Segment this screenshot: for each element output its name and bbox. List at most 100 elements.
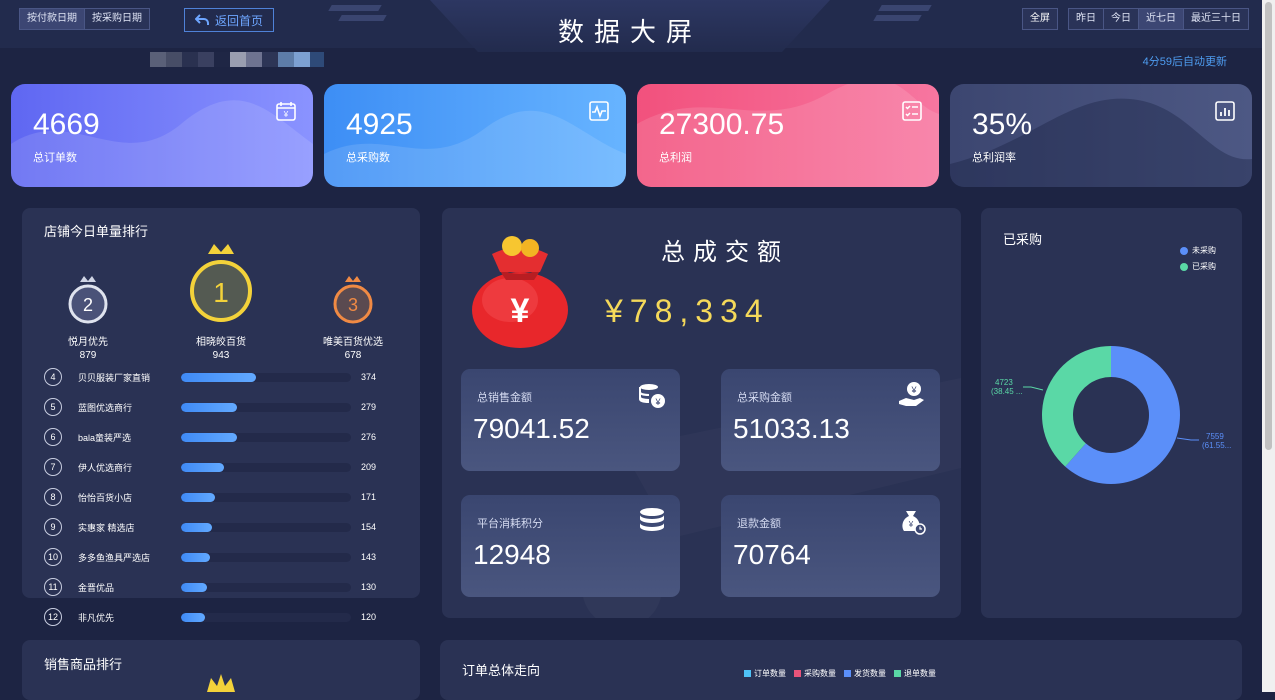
tab-pay-date[interactable]: 按付款日期	[20, 9, 85, 29]
rank-bar-fill	[181, 612, 205, 622]
podium-value: 678	[344, 350, 362, 361]
podium-second: 2 悦月优先 879	[48, 272, 128, 361]
legend-dot	[1180, 246, 1188, 255]
date-mode-toggle[interactable]: 按付款日期 按采购日期	[19, 8, 150, 30]
rank-bar-track	[181, 402, 351, 412]
purchase-legend: 未采购 已采购	[1180, 245, 1216, 272]
purchase-donut-chart[interactable]	[981, 330, 1242, 500]
shop-ranking-title: 店铺今日单量排行	[44, 224, 149, 239]
stat-value: 35%	[972, 108, 1033, 141]
range-tabs[interactable]: 昨日 今日 近七日 最近三十日	[1068, 8, 1249, 30]
stat-label: 总采购数	[346, 152, 390, 164]
rank-bar-fill	[181, 372, 256, 382]
card-value: 12948	[473, 539, 551, 570]
card-label: 总销售金额	[477, 392, 532, 404]
podium-third: 3 唯美百货优选 678	[313, 272, 393, 361]
legend-label: 采购数量	[804, 669, 836, 678]
podium-rank: 2	[83, 295, 93, 315]
money-bag-clock-icon: ¥	[902, 511, 926, 535]
database-icon	[640, 508, 664, 531]
page-scrollbar[interactable]	[1262, 0, 1275, 692]
stat-label: 总利润率	[972, 152, 1016, 164]
stat-label: 总订单数	[33, 152, 77, 164]
svg-text:¥: ¥	[511, 292, 530, 330]
rank-number: 4	[44, 368, 62, 386]
rank-bar-track	[181, 462, 351, 472]
product-ranking-title: 销售商品排行	[44, 657, 123, 672]
unpurchased-percent: (61.55...	[1202, 441, 1232, 450]
total-purchase-card: 总采购金额 51033.13 ¥	[721, 369, 940, 471]
legend-item[interactable]: 退单数量	[894, 668, 936, 679]
fullscreen-button[interactable]: 全屏	[1022, 8, 1058, 30]
shop-name: 伊人优选商行	[78, 462, 133, 473]
back-home-label: 返回首页	[214, 13, 263, 28]
money-bag-icon: ¥	[472, 236, 568, 348]
unpurchased-count: 7559	[1206, 432, 1224, 441]
rank-bar-fill	[181, 402, 238, 412]
rank-bar-fill	[181, 492, 215, 502]
page-title: 数据大屏	[557, 17, 702, 47]
legend-item: 未采购	[1180, 245, 1216, 256]
podium-name: 悦月优先	[68, 337, 108, 348]
header-decoration	[878, 5, 932, 11]
coins-yen-icon: ¥	[639, 384, 665, 408]
order-count: 279	[361, 402, 377, 412]
turnover-title: 总成交额	[661, 239, 789, 266]
rank-row: 5 蓝图优选商行 279	[44, 397, 384, 417]
tab-purchase-date[interactable]: 按采购日期	[85, 9, 149, 29]
silver-medal-icon: 2	[68, 276, 108, 324]
stat-card-profit-rate: 35% 总利润率	[950, 84, 1252, 187]
gold-medal-icon: 1	[190, 244, 252, 322]
platform-points-card: 平台消耗积分 12948	[461, 495, 680, 597]
rank-bar-track	[181, 492, 351, 502]
rank-row: 12 非凡优先 120	[44, 607, 384, 627]
rank-row: 9 实惠家 精选店 154	[44, 517, 384, 537]
card-label: 平台消耗积分	[477, 518, 543, 530]
rank-row: 10 多多鱼渔具严选店 143	[44, 547, 384, 567]
rank-bar-track	[181, 432, 351, 442]
stat-value: 4669	[33, 108, 100, 141]
scrollbar-thumb[interactable]	[1265, 2, 1272, 450]
refund-amount-card: 退款金额 70764 ¥	[721, 495, 940, 597]
podium-name: 唯美百货优选	[323, 337, 383, 348]
legend-item[interactable]: 采购数量	[794, 668, 836, 679]
donut-slice-purchased[interactable]	[1042, 346, 1111, 467]
legend-label: 未采购	[1192, 246, 1216, 255]
order-count: 120	[361, 612, 377, 622]
rank-bar-fill	[181, 522, 212, 532]
header-decoration	[328, 5, 382, 11]
order-trend-title: 订单总体走向	[462, 663, 541, 678]
legend-swatch	[744, 670, 751, 677]
card-label: 总采购金额	[737, 392, 792, 404]
leader-line	[1176, 437, 1199, 441]
svg-text:¥: ¥	[283, 110, 289, 119]
stat-card-orders: 4669 总订单数 ¥	[11, 84, 313, 187]
rank-number: 9	[44, 518, 62, 536]
rank-bar-track	[181, 372, 351, 382]
podium-first: 1 相晓皎百货 943	[181, 240, 261, 361]
hand-coin-icon: ¥	[899, 382, 924, 406]
rank-number: 10	[44, 548, 62, 566]
tab-last-7-days[interactable]: 近七日	[1139, 9, 1184, 29]
tab-last-30-days[interactable]: 最近三十日	[1184, 9, 1248, 29]
rank-bar-fill	[181, 552, 210, 562]
unpurchased-label: 7559 (61.55...	[1202, 432, 1231, 450]
leader-line	[1023, 386, 1044, 391]
stat-value: 4925	[346, 108, 413, 141]
total-sales-card: 总销售金额 79041.52 ¥	[461, 369, 680, 471]
rank-number: 8	[44, 488, 62, 506]
return-arrow-icon	[194, 14, 209, 25]
purchased-count: 4723	[995, 378, 1013, 387]
legend-item[interactable]: 订单数量	[744, 668, 786, 679]
legend-label: 发货数量	[854, 669, 886, 678]
rank-bar-track	[181, 582, 351, 592]
blurred-info	[150, 52, 324, 67]
tab-today[interactable]: 今日	[1104, 9, 1139, 29]
back-home-button[interactable]: 返回首页	[184, 8, 274, 32]
rank-bar-track	[181, 552, 351, 562]
bar-chart-icon	[1215, 101, 1235, 121]
tab-yesterday[interactable]: 昨日	[1069, 9, 1104, 29]
legend-label: 退单数量	[904, 669, 936, 678]
legend-item[interactable]: 发货数量	[844, 668, 886, 679]
shop-name: 非凡优先	[78, 612, 115, 623]
